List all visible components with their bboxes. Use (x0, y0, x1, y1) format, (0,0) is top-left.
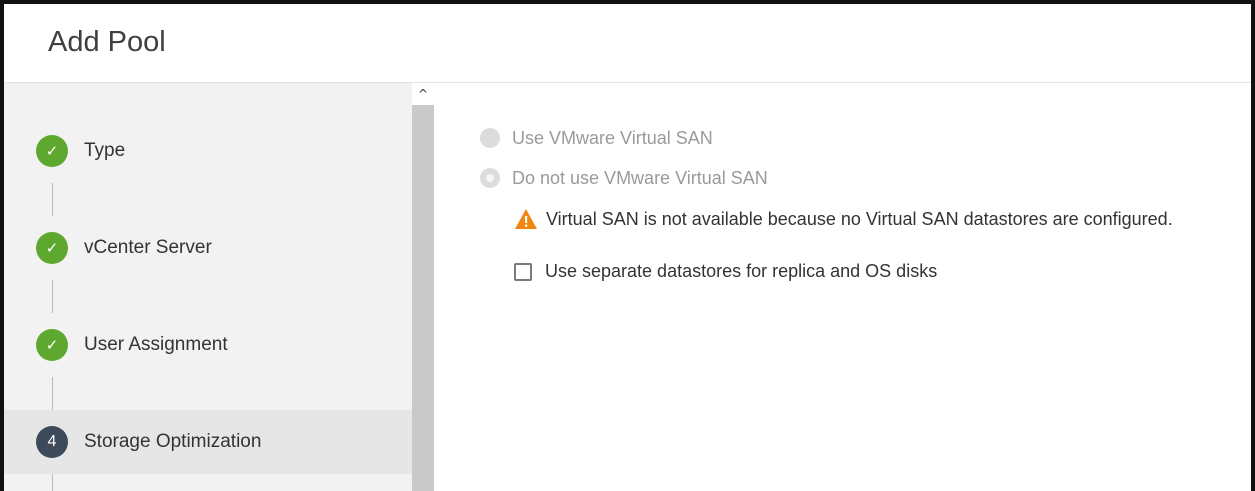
step-label: User Assignment (84, 334, 228, 355)
step-connector (52, 280, 53, 313)
step-type[interactable]: ✓ Type (4, 119, 412, 183)
check-icon: ✓ (36, 232, 68, 264)
scroll-up-arrow-icon[interactable]: ^ (412, 83, 434, 105)
step-label: Storage Optimization (84, 431, 262, 452)
radio-use-vsan[interactable]: Use VMware Virtual SAN (480, 125, 713, 151)
separate-datastores-checkbox[interactable] (514, 262, 532, 281)
radio-do-not-use-vsan[interactable]: Do not use VMware Virtual SAN (480, 165, 768, 191)
radio-label: Use VMware Virtual SAN (512, 127, 713, 148)
add-pool-dialog: Add Pool ✓ Type ✓ vCenter Server ✓ User … (0, 0, 1255, 491)
step-connector (52, 474, 53, 491)
radio-button[interactable] (480, 168, 500, 188)
vsan-warning: Virtual SAN is not available because no … (514, 208, 1173, 230)
step-user-assignment[interactable]: ✓ User Assignment (4, 313, 412, 377)
warning-icon (515, 209, 537, 229)
step-vcenter-server[interactable]: ✓ vCenter Server (4, 216, 412, 280)
step-number-badge: 4 (36, 426, 68, 458)
step-connector (52, 377, 53, 410)
check-icon: ✓ (36, 329, 68, 361)
warning-text: Virtual SAN is not available because no … (546, 208, 1173, 229)
dialog-title: Add Pool (48, 26, 166, 58)
step-connector (52, 183, 53, 216)
separate-datastores-option[interactable]: Use separate datastores for replica and … (514, 261, 937, 282)
scrollbar-thumb[interactable] (412, 105, 434, 491)
radio-label: Do not use VMware Virtual SAN (512, 167, 768, 188)
checkbox-label: Use separate datastores for replica and … (545, 261, 938, 281)
step-storage-optimization[interactable]: 4 Storage Optimization (4, 410, 412, 474)
dialog-header: Add Pool (4, 4, 1251, 83)
check-icon: ✓ (36, 135, 68, 167)
step-label: vCenter Server (84, 237, 212, 258)
wizard-steps-sidebar: ✓ Type ✓ vCenter Server ✓ User Assignmen… (4, 83, 412, 491)
storage-optimization-panel: Use VMware Virtual SAN Do not use VMware… (434, 83, 1251, 491)
step-label: Type (84, 140, 126, 161)
radio-button[interactable] (480, 128, 500, 148)
sidebar-scrollbar[interactable]: ^ (412, 83, 434, 491)
